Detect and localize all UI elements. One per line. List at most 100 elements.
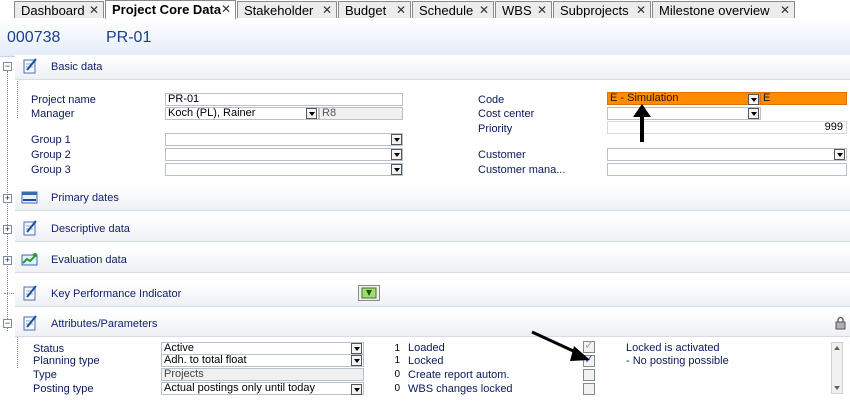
status-label: Status bbox=[33, 343, 65, 355]
planning-type-label: Planning type bbox=[33, 355, 100, 367]
group2-field[interactable] bbox=[165, 148, 403, 161]
tab-milestone-overview[interactable]: Milestone overview ✕ bbox=[652, 1, 795, 18]
type-label: Type bbox=[33, 369, 57, 381]
locked-label: Locked bbox=[408, 355, 444, 367]
status-number: 1 bbox=[394, 343, 400, 354]
group2-label: Group 2 bbox=[31, 149, 71, 161]
notepad-icon bbox=[23, 58, 37, 74]
group1-field[interactable] bbox=[165, 133, 403, 146]
planning-type-dropdown-icon[interactable] bbox=[351, 355, 362, 366]
close-icon[interactable]: ✕ bbox=[396, 2, 406, 19]
close-icon[interactable]: ✕ bbox=[636, 2, 646, 19]
evaluation-chart-icon bbox=[21, 253, 38, 266]
collapse-attributes[interactable]: − bbox=[3, 319, 12, 328]
group3-field[interactable] bbox=[165, 163, 403, 176]
group2-dropdown-icon[interactable] bbox=[391, 149, 402, 160]
locked-note-line1: Locked is activated bbox=[626, 342, 720, 354]
manager-suffix: R8 bbox=[319, 107, 403, 120]
tab-wbs[interactable]: WBS ✕ bbox=[495, 1, 552, 18]
code-label: Code bbox=[478, 94, 505, 106]
close-icon[interactable]: ✕ bbox=[780, 2, 790, 19]
project-name-label: Project name bbox=[31, 94, 96, 106]
notepad-icon bbox=[23, 220, 37, 236]
tab-label: Subprojects bbox=[560, 3, 629, 18]
expand-primary-dates[interactable]: + bbox=[3, 194, 12, 203]
section-label: Attributes/Parameters bbox=[51, 318, 158, 330]
collapse-basic-data[interactable]: − bbox=[3, 62, 12, 71]
expand-descriptive-data[interactable]: + bbox=[3, 225, 12, 234]
create-report-label: Create report autom. bbox=[408, 369, 510, 381]
section-descriptive-data[interactable]: Descriptive data bbox=[15, 217, 850, 242]
tab-subprojects[interactable]: Subprojects ✕ bbox=[553, 1, 651, 18]
group1-dropdown-icon[interactable] bbox=[391, 134, 402, 145]
scroll-down-icon[interactable] bbox=[834, 386, 840, 390]
tab-label: Dashboard bbox=[21, 3, 85, 18]
code-dropdown-icon[interactable] bbox=[748, 94, 759, 105]
section-kpi[interactable]: Key Performance Indicator bbox=[15, 282, 850, 307]
priority-label: Priority bbox=[478, 123, 513, 135]
tab-project-core-data[interactable]: Project Core Data ✕ bbox=[105, 0, 236, 19]
close-icon[interactable]: ✕ bbox=[537, 2, 547, 19]
project-code: PR-01 bbox=[106, 29, 152, 46]
kpi-refresh-button[interactable] bbox=[358, 285, 380, 301]
code-suffix: E bbox=[760, 92, 847, 105]
wbs-changes-locked-checkbox[interactable] bbox=[583, 383, 595, 395]
create-report-checkbox[interactable] bbox=[583, 369, 595, 381]
tab-label: Milestone overview bbox=[659, 3, 770, 18]
group1-label: Group 1 bbox=[31, 134, 71, 146]
section-label: Key Performance Indicator bbox=[51, 288, 182, 300]
project-name-field[interactable]: PR-01 bbox=[165, 93, 403, 106]
type-number: 0 bbox=[394, 369, 400, 380]
tab-label: WBS bbox=[502, 3, 532, 18]
close-icon[interactable]: ✕ bbox=[479, 2, 489, 19]
tab-bar: Dashboard ✕ Project Core Data ✕ Stakehol… bbox=[0, 0, 850, 20]
section-primary-dates[interactable]: Primary dates bbox=[15, 186, 850, 211]
arrow-annotation-icon bbox=[531, 330, 590, 361]
customer-field[interactable] bbox=[607, 148, 847, 161]
tab-label: Project Core Data bbox=[112, 2, 222, 17]
note-scrollbar[interactable] bbox=[831, 342, 843, 394]
posting-type-label: Posting type bbox=[33, 383, 94, 395]
close-icon[interactable]: ✕ bbox=[221, 1, 231, 18]
posting-type-number: 0 bbox=[394, 383, 400, 394]
section-attributes-parameters[interactable]: Attributes/Parameters bbox=[15, 312, 850, 337]
tab-dashboard[interactable]: Dashboard ✕ bbox=[14, 1, 104, 18]
manager-label: Manager bbox=[31, 108, 75, 120]
section-evaluation-data[interactable]: Evaluation data bbox=[15, 248, 850, 273]
notepad-icon bbox=[23, 315, 37, 331]
tab-budget[interactable]: Budget ✕ bbox=[338, 1, 411, 18]
section-basic-data[interactable]: Basic data bbox=[15, 55, 850, 80]
planning-type-number: 1 bbox=[394, 355, 400, 366]
section-label: Evaluation data bbox=[51, 254, 127, 266]
tab-schedule[interactable]: Schedule ✕ bbox=[412, 1, 494, 18]
section-label: Descriptive data bbox=[51, 223, 130, 235]
manager-field[interactable]: Koch (PL), Rainer bbox=[165, 107, 319, 120]
arrow-annotation-icon bbox=[633, 104, 651, 142]
status-dropdown-icon[interactable] bbox=[351, 343, 362, 354]
manager-dropdown-icon[interactable] bbox=[306, 108, 317, 119]
scroll-up-icon[interactable] bbox=[834, 346, 840, 350]
close-icon[interactable]: ✕ bbox=[89, 2, 99, 19]
section-label: Basic data bbox=[51, 61, 103, 73]
customer-manager-field[interactable] bbox=[607, 163, 847, 176]
notepad-icon bbox=[23, 285, 37, 301]
group3-label: Group 3 bbox=[31, 164, 71, 176]
project-number: 000738 bbox=[7, 29, 61, 46]
tree-line bbox=[17, 78, 18, 118]
calendar-icon bbox=[21, 191, 38, 204]
tab-stakeholder[interactable]: Stakeholder ✕ bbox=[237, 1, 337, 18]
lock-icon[interactable] bbox=[835, 316, 846, 330]
customer-label: Customer bbox=[478, 149, 526, 161]
cost-center-dropdown-icon[interactable] bbox=[748, 108, 759, 119]
expand-evaluation-data[interactable]: + bbox=[3, 256, 12, 265]
tab-label: Budget bbox=[345, 3, 387, 18]
customer-dropdown-icon[interactable] bbox=[834, 149, 845, 160]
group3-dropdown-icon[interactable] bbox=[391, 164, 402, 175]
posting-type-field[interactable]: Actual postings only until today bbox=[161, 382, 364, 395]
green-arrow-down-icon bbox=[361, 287, 377, 299]
tab-label: Schedule bbox=[419, 3, 474, 18]
tab-label: Stakeholder bbox=[244, 3, 314, 18]
posting-type-dropdown-icon[interactable] bbox=[351, 384, 362, 395]
planning-type-field[interactable]: Adh. to total float bbox=[161, 354, 364, 367]
close-icon[interactable]: ✕ bbox=[322, 2, 332, 19]
